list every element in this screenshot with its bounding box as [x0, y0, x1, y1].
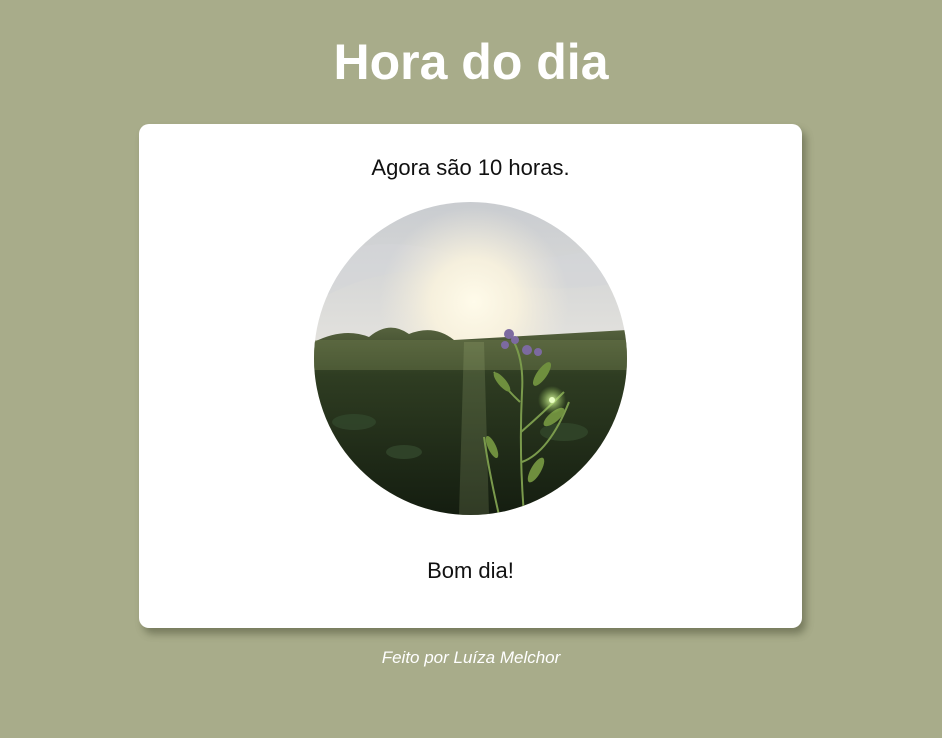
- page-title: Hora do dia: [333, 34, 609, 90]
- time-card: Agora são 10 horas. Bom dia!: [139, 124, 802, 628]
- footer-credit: Feito por Luíza Melchor: [381, 648, 561, 667]
- time-message: Agora são 10 horas.: [371, 155, 570, 180]
- morning-photo: [314, 202, 627, 515]
- greeting-message: Bom dia!: [427, 558, 514, 583]
